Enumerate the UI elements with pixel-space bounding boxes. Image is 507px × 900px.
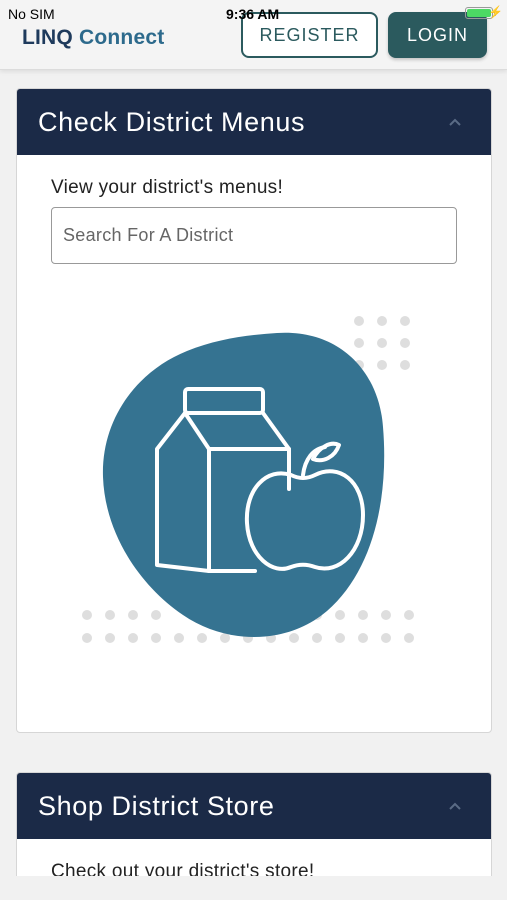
check-menus-header[interactable]: Check District Menus <box>17 89 491 155</box>
chevron-up-icon[interactable] <box>449 800 461 812</box>
carrier-label: No SIM <box>8 6 55 22</box>
district-search-input[interactable] <box>51 207 457 264</box>
check-menus-title: Check District Menus <box>38 107 306 137</box>
milk-carton-apple-illustration <box>82 316 414 643</box>
blob-background-icon <box>102 332 385 638</box>
clock-time: 9:36 AM <box>226 6 280 22</box>
chevron-up-icon[interactable] <box>449 116 461 128</box>
check-menus-card: Check District Menus View your district'… <box>16 88 492 733</box>
status-bar: No SIM 9:36 AM ⚡ <box>0 0 507 24</box>
shop-store-card: Shop District Store Check out your distr… <box>16 772 492 882</box>
shop-store-header[interactable]: Shop District Store <box>17 773 491 839</box>
linq-connect-logo: LINQ Connect <box>22 26 165 49</box>
bottom-safe-area <box>0 876 507 900</box>
dot-grid-top-icon <box>354 316 410 370</box>
charging-icon: ⚡ <box>488 5 503 19</box>
shop-store-title: Shop District Store <box>38 791 275 821</box>
menus-prompt: View your district's menus! <box>51 177 284 198</box>
